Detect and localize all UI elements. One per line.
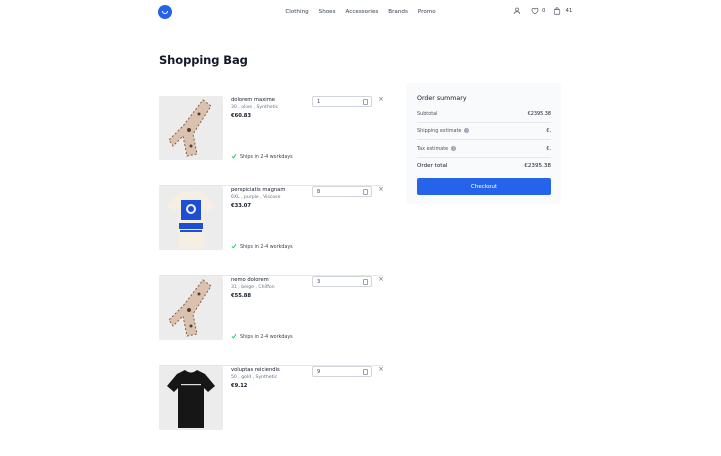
order-summary: Order summary Subtotal €2395.38 Shipping… <box>406 83 561 204</box>
product-price: €33.07 <box>231 203 252 209</box>
divider <box>417 157 551 158</box>
quantity-select[interactable]: 3 <box>312 276 372 287</box>
cart-item: voluptas reiciendis 50 , gold , Syntheti… <box>159 366 384 456</box>
product-price: €60.83 <box>231 113 252 119</box>
subtotal-row: Subtotal €2395.38 <box>417 111 551 117</box>
check-icon <box>231 333 237 341</box>
remove-item-icon[interactable]: × <box>378 186 384 193</box>
divider <box>417 139 551 140</box>
quantity-select[interactable]: 8 <box>312 186 372 197</box>
stepper-icon <box>363 99 368 105</box>
product-image[interactable] <box>159 366 223 430</box>
subtotal-label: Subtotal <box>417 111 438 117</box>
subtotal-value: €2395.38 <box>527 111 551 117</box>
quantity-value: 8 <box>317 189 321 195</box>
shipping-info: Ships in 2-4 workdays <box>231 333 293 341</box>
product-image[interactable] <box>159 96 223 160</box>
nav-link-accessories[interactable]: Accessories <box>341 8 384 16</box>
product-attributes: 50 , gold , Synthetic <box>231 375 278 380</box>
shipping-text: Ships in 2-4 workdays <box>240 154 293 160</box>
user-icon[interactable] <box>513 7 521 15</box>
nav-link-shoes[interactable]: Shoes <box>314 8 341 16</box>
main-menu: Clothing Shoes Accessories Brands Promo <box>0 8 721 16</box>
shipping-row: Shipping estimate? €. <box>417 128 551 134</box>
product-name[interactable]: perspiciatis magnam <box>231 187 285 193</box>
total-label: Order total <box>417 163 448 169</box>
total-row: Order total €2395.38 <box>417 163 551 169</box>
product-attributes: 31 , beige , Chiffon <box>231 285 275 290</box>
product-price: €9.12 <box>231 383 248 389</box>
wishlist-count: 0 <box>542 8 546 14</box>
nav-link-promo[interactable]: Promo <box>413 8 441 16</box>
cart-item: dolorem maxime 30 , olive , Synthetic €6… <box>159 96 384 186</box>
check-icon <box>231 153 237 161</box>
top-navigation: Clothing Shoes Accessories Brands Promo … <box>0 0 721 24</box>
shipping-info: Ships in 2-4 workdays <box>231 243 293 251</box>
product-image[interactable] <box>159 186 223 250</box>
shipping-info: Ships in 2-4 workdays <box>231 153 293 161</box>
stepper-icon <box>363 189 368 195</box>
shipping-value: €. <box>546 128 551 134</box>
product-name[interactable]: nemo dolorem <box>231 277 269 283</box>
product-attributes: 6XL , purple , Viscose <box>231 195 281 200</box>
cart-item: perspiciatis magnam 6XL , purple , Visco… <box>159 186 384 276</box>
tax-label: Tax estimate <box>417 146 449 152</box>
shipping-text: Ships in 2-4 workdays <box>240 334 293 340</box>
info-icon[interactable]: ? <box>464 128 470 133</box>
remove-item-icon[interactable]: × <box>378 96 384 103</box>
info-icon[interactable]: ? <box>451 146 457 151</box>
nav-link-clothing[interactable]: Clothing <box>280 8 313 16</box>
shipping-label: Shipping estimate <box>417 128 462 134</box>
nav-link-brands[interactable]: Brands <box>383 8 413 16</box>
quantity-value: 3 <box>317 279 321 285</box>
total-value: €2395.38 <box>524 163 551 169</box>
header-actions: 0 41 <box>513 7 572 15</box>
stepper-icon <box>363 279 368 285</box>
tax-value: €. <box>546 146 551 152</box>
product-name[interactable]: voluptas reiciendis <box>231 367 280 373</box>
remove-item-icon[interactable]: × <box>378 366 384 373</box>
cart-item: nemo dolorem 31 , beige , Chiffon €55.88… <box>159 276 384 366</box>
stepper-icon <box>363 369 368 375</box>
product-price: €55.88 <box>231 293 252 299</box>
quantity-select[interactable]: 1 <box>312 96 372 107</box>
shipping-text: Ships in 2-4 workdays <box>240 244 293 250</box>
cart-count: 41 <box>565 8 573 14</box>
product-attributes: 30 , olive , Synthetic <box>231 105 279 110</box>
product-name[interactable]: dolorem maxime <box>231 97 275 103</box>
page-title: Shopping Bag <box>159 53 248 67</box>
product-image[interactable] <box>159 276 223 340</box>
quantity-value: 9 <box>317 369 321 375</box>
quantity-value: 1 <box>317 99 321 105</box>
bag-icon[interactable] <box>553 7 561 15</box>
remove-item-icon[interactable]: × <box>378 276 384 283</box>
checkout-button[interactable]: Checkout <box>417 178 551 195</box>
summary-title: Order summary <box>417 95 467 102</box>
quantity-select[interactable]: 9 <box>312 366 372 377</box>
check-icon <box>231 243 237 251</box>
divider <box>417 122 551 123</box>
heart-icon[interactable] <box>531 7 539 15</box>
tax-row: Tax estimate? €. <box>417 146 551 152</box>
